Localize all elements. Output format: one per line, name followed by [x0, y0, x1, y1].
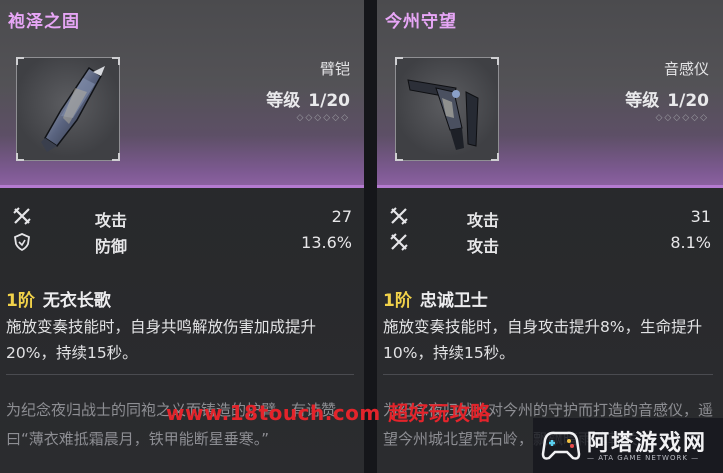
logo-subtitle: — ATA GAME NETWORK — [587, 454, 700, 462]
skill-title: 1阶 忠诚卫士 [383, 291, 488, 311]
stat-row: 防御 13.6% [0, 231, 364, 257]
logo-name: 阿塔游戏网 [587, 431, 708, 456]
skill-description: 施放变奏技能时，自身共鸣解放伤害加成提升20%，持续15秒。 [6, 318, 317, 362]
resonator-item-icon [407, 79, 479, 150]
divider [383, 374, 713, 375]
item-level: 等级 1/20 [625, 91, 709, 111]
item-icon-frame[interactable] [16, 57, 120, 161]
item-title: 今州守望 [385, 12, 457, 32]
stat-list: 攻击 31 攻击 8.1% [377, 205, 723, 257]
stat-row: 攻击 31 [377, 205, 723, 231]
card-header: 袍泽之固 臂铠 等级 1/20 ◇◇◇◇◇◇ [0, 0, 364, 188]
skill-description: 施放变奏技能时，自身攻击提升8%，生命提升10%，持续15秒。 [383, 318, 703, 362]
skill-title: 1阶 无衣长歌 [6, 291, 111, 311]
site-watermark: www.18touch.com 超好玩攻略 [166, 401, 491, 425]
rank-stars: ◇◇◇◇◇◇ [655, 113, 709, 123]
item-type: 音感仪 [663, 60, 709, 78]
card-header: 今州守望 音感仪 等级 1/20 ◇◇◇◇◇◇ [377, 0, 723, 188]
bracer-item-icon [41, 66, 105, 152]
gamepad-logo-icon [541, 431, 581, 460]
attack-icon [390, 207, 408, 225]
item-type: 臂铠 [319, 60, 350, 78]
attack-icon [390, 233, 408, 251]
stat-row: 攻击 27 [0, 205, 364, 231]
item-title: 袍泽之固 [8, 12, 80, 32]
item-level: 等级 1/20 [266, 91, 350, 111]
rank-stars: ◇◇◇◇◇◇ [296, 113, 350, 123]
item-icon-frame[interactable] [395, 57, 499, 161]
divider [6, 374, 354, 375]
stat-row: 攻击 8.1% [377, 231, 723, 257]
ata-logo: 阿塔游戏网 — ATA GAME NETWORK — [533, 418, 723, 473]
defense-icon [14, 233, 30, 252]
stat-list: 攻击 27 防御 13.6% [0, 205, 364, 257]
attack-icon [13, 207, 31, 225]
